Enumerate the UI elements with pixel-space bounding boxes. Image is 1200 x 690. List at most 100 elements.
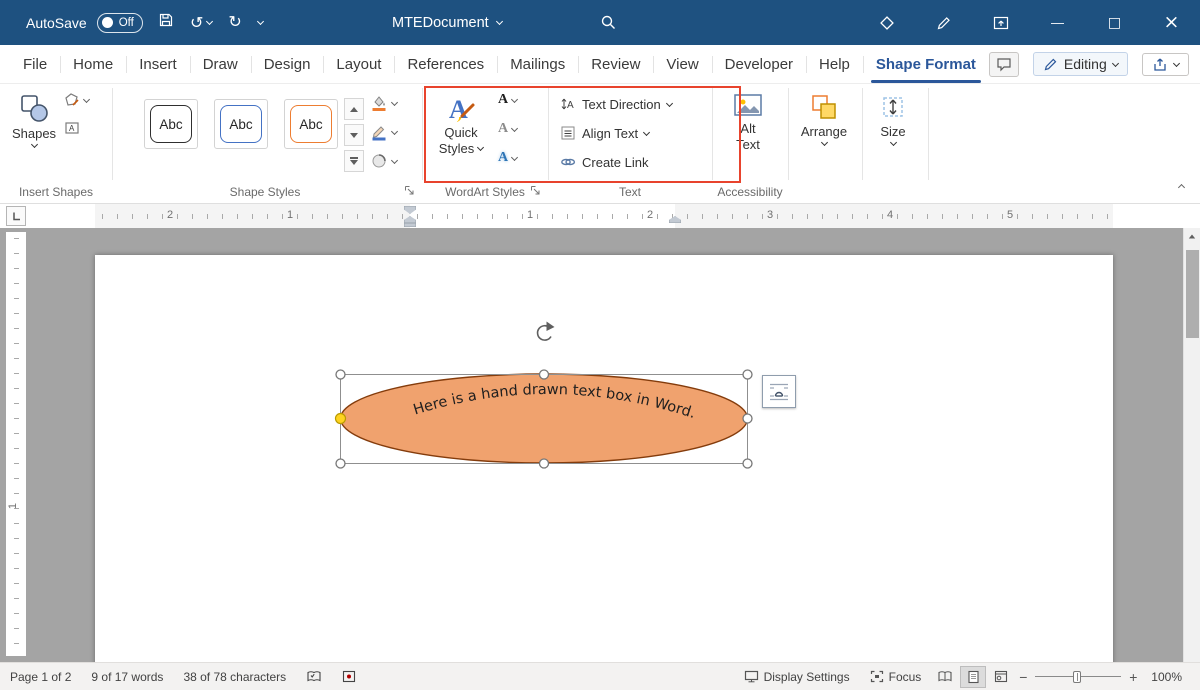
text-box-icon: A [64, 120, 80, 136]
text-outline-button[interactable]: A [498, 123, 517, 135]
ribbon-display-options-button[interactable] [972, 0, 1029, 45]
size-button[interactable]: Size [866, 88, 920, 145]
word-count[interactable]: 9 of 17 words [81, 663, 173, 690]
text-direction-chevron-icon [666, 99, 673, 106]
tab-design[interactable]: Design [251, 45, 324, 83]
style-gallery-more-button[interactable] [344, 150, 364, 172]
web-layout-button[interactable] [988, 666, 1014, 688]
svg-text:A: A [449, 95, 468, 123]
shape-styles-group-label: Shape Styles [112, 185, 418, 199]
zoom-in-button[interactable]: + [1125, 669, 1141, 685]
print-layout-button[interactable] [960, 666, 986, 688]
redo-button[interactable]: ↻ [228, 14, 241, 32]
shapes-button[interactable]: Shapes [8, 88, 60, 147]
comments-button[interactable] [989, 52, 1019, 77]
autosave-toggle[interactable]: Off [97, 13, 143, 33]
shape-style-preview-2-text: Abc [220, 105, 262, 143]
zoom-out-button[interactable]: − [1015, 669, 1031, 685]
read-mode-button[interactable] [932, 666, 958, 688]
tab-insert[interactable]: Insert [126, 45, 190, 83]
macro-record-button[interactable] [332, 663, 366, 690]
left-indent-marker[interactable] [404, 223, 416, 227]
read-mode-icon [937, 670, 953, 683]
shape-style-preview-3[interactable]: Abc [284, 99, 338, 149]
document-canvas [0, 228, 1200, 662]
close-icon: × [1164, 13, 1180, 32]
zoom-slider[interactable] [1035, 670, 1121, 684]
tab-draw[interactable]: Draw [190, 45, 251, 83]
zoom-level-button[interactable]: 100% [1141, 663, 1192, 690]
tab-layout[interactable]: Layout [323, 45, 394, 83]
share-button[interactable] [1142, 53, 1189, 76]
vertical-ruler-number: 1 [7, 503, 19, 509]
scrollbar-up-button[interactable] [1184, 228, 1200, 245]
style-gallery-up-button[interactable] [344, 98, 364, 120]
text-outline-chevron-icon [511, 124, 518, 131]
arrange-button[interactable]: Arrange [794, 88, 854, 145]
document-page[interactable] [95, 255, 1113, 662]
wordart-styles-dialog-launcher[interactable] [530, 185, 541, 196]
text-direction-button[interactable]: A Text Direction [560, 96, 672, 112]
scrollbar-thumb[interactable] [1186, 250, 1199, 338]
quick-styles-label-line2: Styles [439, 142, 474, 155]
document-title-button[interactable]: MTEDocument [392, 0, 502, 45]
align-text-button[interactable]: Align Text [560, 125, 649, 141]
style-gallery-down-button[interactable] [344, 124, 364, 146]
create-link-button[interactable]: Create Link [560, 154, 648, 170]
search-icon [600, 14, 617, 31]
arrange-icon [810, 93, 838, 121]
tab-help[interactable]: Help [806, 45, 863, 83]
edit-shape-button[interactable] [64, 92, 89, 108]
shape-outline-button[interactable] [370, 123, 397, 141]
search-button[interactable] [600, 0, 617, 45]
tab-references[interactable]: References [394, 45, 497, 83]
character-count[interactable]: 38 of 78 characters [173, 663, 296, 690]
left-tab-icon [10, 210, 22, 222]
minimize-button[interactable]: — [1029, 0, 1086, 45]
editing-label: Editing [1064, 56, 1107, 72]
alt-text-label-line2: Text [736, 138, 760, 151]
shape-style-preview-2[interactable]: Abc [214, 99, 268, 149]
collapse-ribbon-button[interactable] [1178, 184, 1185, 191]
proofing-status-button[interactable] [296, 663, 332, 690]
shape-fill-button[interactable] [370, 94, 397, 112]
shape-styles-dialog-launcher[interactable] [404, 185, 415, 196]
ink-pen-button[interactable] [915, 0, 972, 45]
text-effects-button[interactable]: A [498, 152, 517, 164]
save-button[interactable] [158, 12, 174, 33]
display-settings-button[interactable]: Display Settings [734, 663, 860, 690]
editing-mode-button[interactable]: Editing [1033, 52, 1128, 76]
shapes-label: Shapes [12, 126, 56, 141]
shape-outline-chevron-icon [391, 127, 398, 134]
ruler-number: 2 [647, 209, 653, 221]
tab-shape-format[interactable]: Shape Format [863, 45, 989, 83]
diamond-icon [878, 14, 896, 32]
layout-options-button[interactable] [762, 375, 796, 408]
tab-home[interactable]: Home [60, 45, 126, 83]
undo-button[interactable]: ↺ [190, 15, 212, 31]
tab-review[interactable]: Review [578, 45, 653, 83]
alt-text-button[interactable]: Alt Text [716, 88, 780, 151]
tab-mailings[interactable]: Mailings [497, 45, 578, 83]
create-link-label: Create Link [582, 155, 648, 170]
text-fill-button[interactable]: A [498, 94, 517, 106]
shape-effects-button[interactable] [370, 152, 397, 170]
arrange-chevron-icon [820, 139, 827, 146]
close-button[interactable]: × [1143, 0, 1200, 45]
focus-button[interactable]: Focus [860, 663, 932, 690]
page-indicator[interactable]: Page 1 of 2 [0, 663, 81, 690]
zoom-slider-handle[interactable] [1073, 671, 1081, 683]
undo-dropdown-chevron-icon[interactable] [206, 18, 213, 25]
maximize-button[interactable]: □ [1086, 0, 1143, 45]
tab-selector[interactable] [6, 206, 26, 226]
quick-access-customize-chevron-icon[interactable] [257, 18, 264, 25]
tab-view[interactable]: View [653, 45, 711, 83]
quick-styles-button[interactable]: A Quick Styles [432, 88, 490, 155]
shape-style-preview-1[interactable]: Abc [144, 99, 198, 149]
text-direction-icon: A [560, 96, 576, 112]
tab-file[interactable]: File [10, 45, 60, 83]
draw-text-box-button[interactable]: A [64, 120, 80, 136]
vertical-scrollbar[interactable] [1183, 228, 1200, 662]
diamond-button[interactable] [858, 0, 915, 45]
tab-developer[interactable]: Developer [712, 45, 806, 83]
